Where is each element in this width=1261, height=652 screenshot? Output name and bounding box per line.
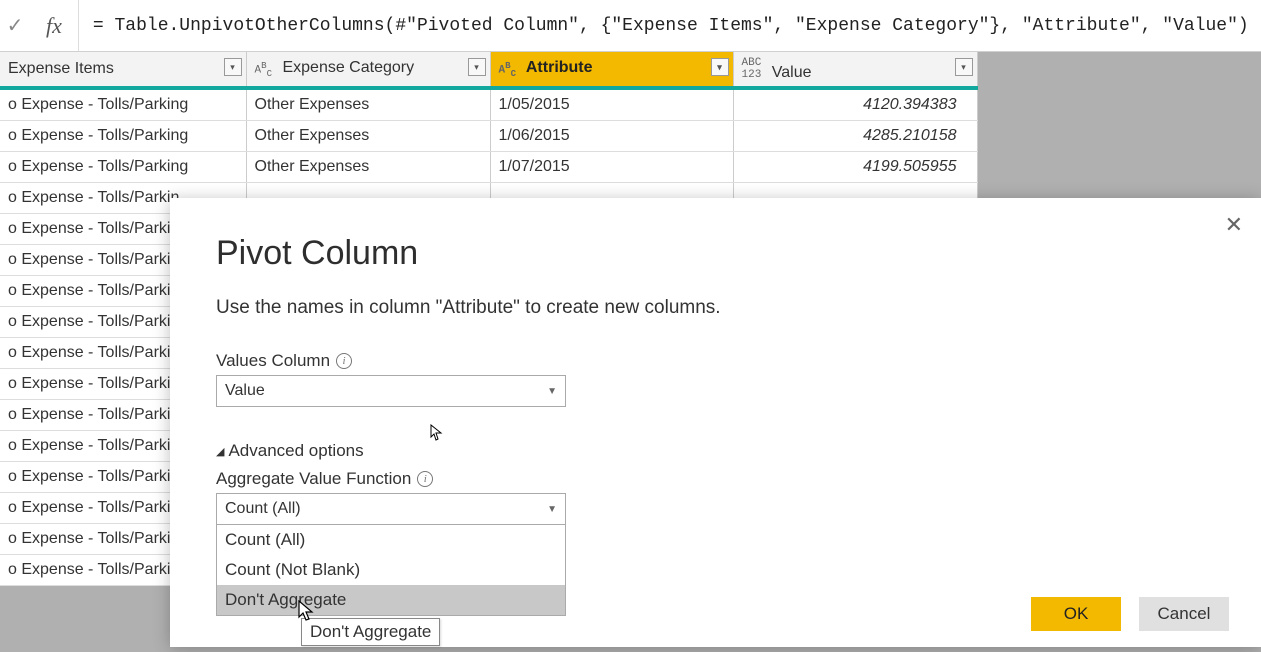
formula-bar: ✓ fx <box>0 0 1261 52</box>
col-header-label: Expense Category <box>282 59 414 76</box>
dialog-title: Pivot Column <box>216 234 1215 273</box>
close-button[interactable]: ✕ <box>1225 212 1243 238</box>
cell[interactable]: 1/05/2015 <box>490 88 733 121</box>
values-column-select[interactable]: Value ▼ <box>216 375 566 407</box>
advanced-options-toggle[interactable]: ◢ Advanced options <box>216 441 1215 461</box>
tooltip: Don't Aggregate <box>301 618 440 646</box>
header-row: Expense Items ▾ ABC Expense Category ▾ A… <box>0 52 977 88</box>
cell[interactable]: Other Expenses <box>246 121 490 152</box>
dialog-subtitle: Use the names in column "Attribute" to c… <box>216 297 1215 319</box>
option-dont-aggregate[interactable]: Don't Aggregate <box>217 585 565 615</box>
filter-icon[interactable]: ▾ <box>224 58 242 76</box>
cancel-button[interactable]: Cancel <box>1139 597 1229 631</box>
aggregate-function-select[interactable]: Count (All) ▼ <box>216 493 566 525</box>
fx-icon[interactable]: fx <box>30 0 79 51</box>
col-header-expense-items[interactable]: Expense Items ▾ <box>0 52 246 88</box>
cell[interactable]: Other Expenses <box>246 88 490 121</box>
col-header-value[interactable]: ABC123 Value ▾ <box>733 52 977 88</box>
cell[interactable]: o Expense - Tolls/Parking <box>0 88 246 121</box>
type-icon: ABC <box>499 60 517 79</box>
formula-input[interactable] <box>79 0 1261 51</box>
pivot-column-dialog: ✕ Pivot Column Use the names in column "… <box>170 198 1261 647</box>
cell[interactable]: 4285.210158 <box>733 121 977 152</box>
cell[interactable]: 4199.505955 <box>733 152 977 183</box>
cell[interactable]: Other Expenses <box>246 152 490 183</box>
col-header-label: Value <box>772 64 812 81</box>
type-icon: ABC <box>255 60 273 79</box>
col-header-label: Attribute <box>526 59 593 76</box>
aggregate-function-label: Aggregate Value Function i <box>216 469 1215 489</box>
cell[interactable]: 1/07/2015 <box>490 152 733 183</box>
cell[interactable]: o Expense - Tolls/Parking <box>0 152 246 183</box>
info-icon[interactable]: i <box>336 353 352 369</box>
col-header-expense-category[interactable]: ABC Expense Category ▾ <box>246 52 490 88</box>
values-column-label: Values Column i <box>216 351 1215 371</box>
disclosure-triangle-icon: ◢ <box>216 445 224 458</box>
select-value: Value <box>225 382 265 400</box>
table-row[interactable]: o Expense - Tolls/ParkingOther Expenses1… <box>0 152 977 183</box>
option-count-all[interactable]: Count (All) <box>217 525 565 555</box>
table-row[interactable]: o Expense - Tolls/ParkingOther Expenses1… <box>0 88 977 121</box>
select-value: Count (All) <box>225 500 301 518</box>
aggregate-function-dropdown: Count (All) Count (Not Blank) Don't Aggr… <box>216 525 566 616</box>
table-row[interactable]: o Expense - Tolls/ParkingOther Expenses1… <box>0 121 977 152</box>
accept-icon[interactable]: ✓ <box>0 13 30 38</box>
filter-icon[interactable]: ▾ <box>955 58 973 76</box>
cell[interactable]: 4120.394383 <box>733 88 977 121</box>
col-header-attribute[interactable]: ABC Attribute ▾ <box>490 52 733 88</box>
filter-icon[interactable]: ▾ <box>711 58 729 76</box>
cell[interactable]: 1/06/2015 <box>490 121 733 152</box>
info-icon[interactable]: i <box>417 471 433 487</box>
chevron-down-icon: ▼ <box>547 386 557 397</box>
col-header-label: Expense Items <box>8 60 114 77</box>
filter-icon[interactable]: ▾ <box>468 58 486 76</box>
option-count-not-blank[interactable]: Count (Not Blank) <box>217 555 565 585</box>
ok-button[interactable]: OK <box>1031 597 1121 631</box>
chevron-down-icon: ▼ <box>547 504 557 515</box>
type-icon: ABC123 <box>742 57 762 81</box>
cell[interactable]: o Expense - Tolls/Parking <box>0 121 246 152</box>
